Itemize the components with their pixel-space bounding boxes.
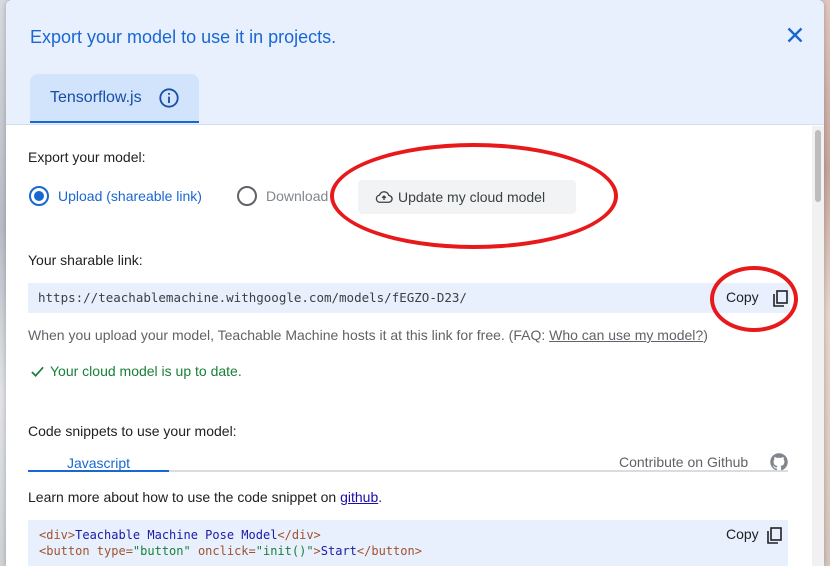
radio-upload[interactable] [29,186,49,206]
code-tag: > [313,544,321,558]
github-icon[interactable] [769,452,789,472]
code-tag: <button type= [39,544,133,558]
code-line-1: <div>Teachable Machine Pose Model</div> [39,528,321,542]
tab-javascript-indicator [28,470,169,472]
faq-link[interactable]: Who can use my model? [549,327,703,343]
code-tag: </div> [277,528,321,542]
sharable-link-field[interactable]: https://teachablemachine.withgoogle.com/… [28,283,790,313]
code-line-2: <button type="button" onclick="init()">S… [39,544,422,558]
export-dialog: Export your model to use it in projects.… [6,0,824,566]
dialog-body: Export your model: Upload (shareable lin… [6,125,824,566]
github-link[interactable]: github [340,489,378,505]
dialog-header: Export your model to use it in projects.… [6,0,824,125]
code-snippet[interactable]: <div>Teachable Machine Pose Model</div> … [28,520,788,566]
radio-download[interactable] [237,186,257,206]
copy-icon [767,527,782,544]
code-tag: </button> [356,544,422,558]
snippets-heading: Code snippets to use your model: [28,423,237,439]
highlight-ring-update [330,143,618,249]
highlight-ring-copy [710,266,798,332]
sharable-link-url[interactable]: https://teachablemachine.withgoogle.com/… [38,290,467,305]
scrollbar[interactable] [812,126,824,566]
learn-more-text: Learn more about how to use the code sni… [28,489,341,505]
hosting-note: When you upload your model, Teachable Ma… [28,327,708,343]
code-string: "init()" [255,544,314,558]
tab-javascript[interactable]: Javascript [28,455,169,471]
radio-upload-label[interactable]: Upload (shareable link) [58,188,202,204]
code-string: "button" [132,544,191,558]
hosting-note-end: ) [703,327,708,343]
close-icon[interactable] [782,22,808,48]
tab-tensorflowjs[interactable]: Tensorflow.js [30,74,199,123]
code-text: Start [320,544,357,558]
check-icon [31,366,44,377]
radio-download-label[interactable]: Download [266,188,328,204]
cloud-status-text: Your cloud model is up to date. [50,363,242,379]
dialog-title: Export your model to use it in projects. [30,27,337,47]
copy-code-label: Copy [726,526,759,542]
sharable-link-heading: Your sharable link: [28,252,143,268]
code-attr: onclick= [190,544,256,558]
info-icon[interactable] [158,87,180,109]
scrollbar-thumb[interactable] [815,130,821,202]
code-text: Teachable Machine Pose Model [75,528,278,542]
contribute-github-link[interactable]: Contribute on Github [619,454,748,470]
export-heading: Export your model: [28,149,146,165]
hosting-note-text: When you upload your model, Teachable Ma… [28,327,550,343]
tab-label: Tensorflow.js [50,89,142,106]
code-tag: <div> [39,528,76,542]
copy-code-button[interactable]: Copy [726,526,782,544]
learn-more: Learn more about how to use the code sni… [28,489,382,505]
learn-more-end: . [378,489,383,505]
